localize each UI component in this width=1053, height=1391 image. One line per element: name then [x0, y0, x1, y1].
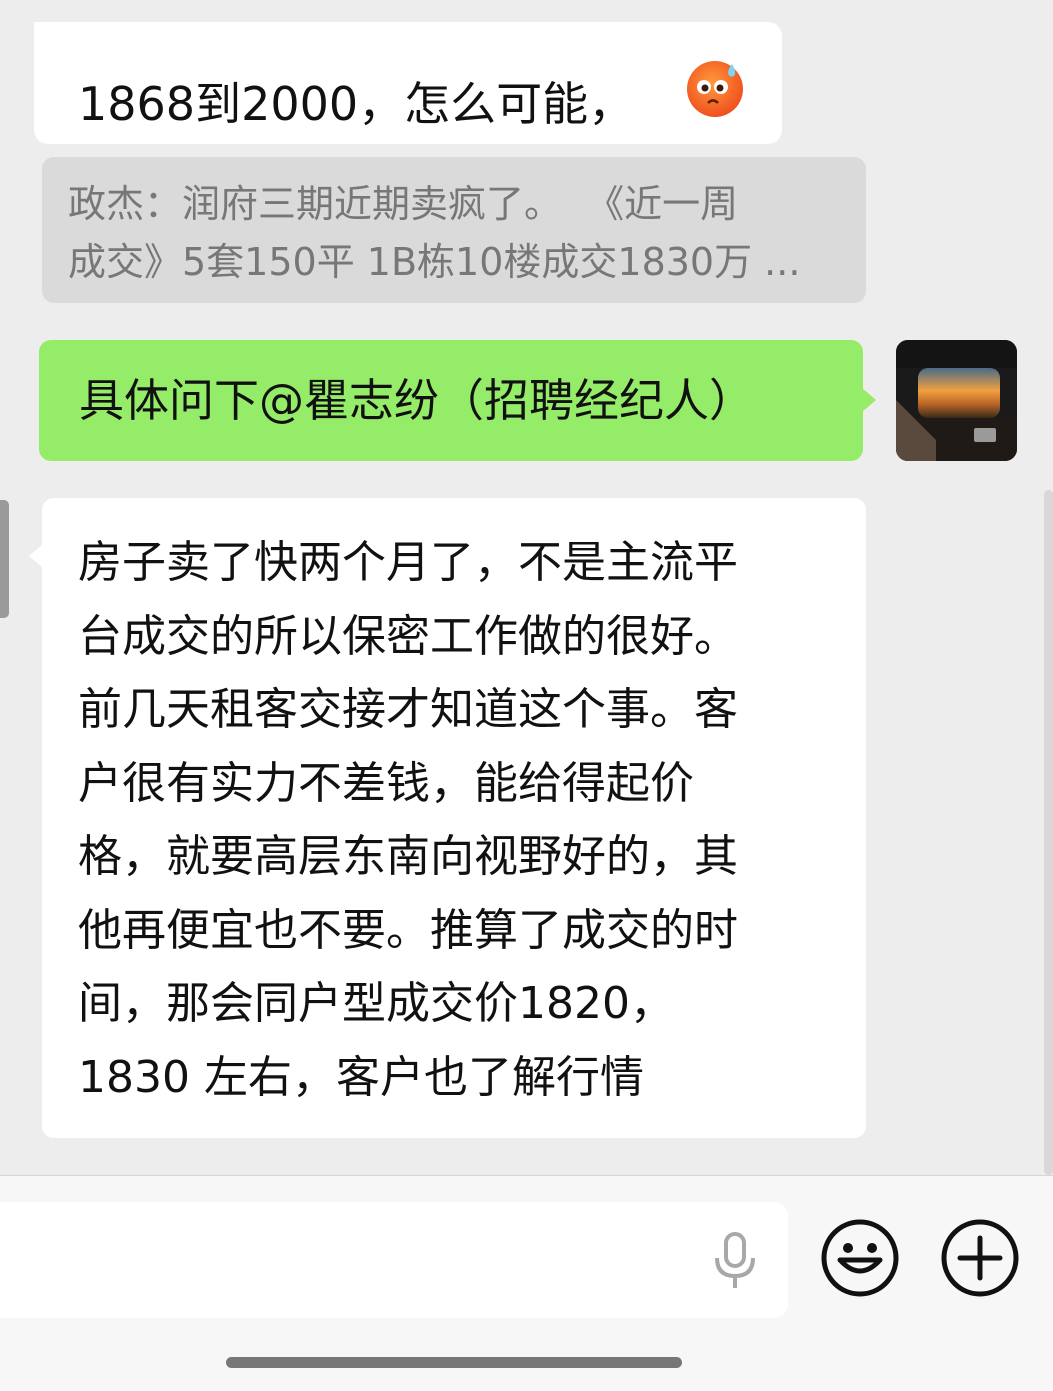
bubble-tail [862, 388, 876, 412]
quote-text: 政杰：润府三期近期卖疯了。 《近一周 成交》5套150平 1B栋10楼成交183… [68, 175, 858, 291]
message-line: 格，就要高层东南向视野好的，其 [78, 831, 738, 882]
message-line: 房子卖了快两个月了，不是主流平 [78, 537, 738, 588]
plus-circle-icon[interactable] [940, 1218, 1020, 1298]
home-indicator[interactable] [226, 1357, 682, 1368]
scrollbar[interactable] [1044, 490, 1053, 1175]
anxious-sweat-face-emoji-icon [687, 61, 743, 117]
incoming-message-bubble[interactable]: 房子卖了快两个月了，不是主流平 台成交的所以保密工作做的很好。 前几天租客交接才… [42, 498, 866, 1138]
incoming-message-bubble[interactable]: 1868到2000，怎么可能， [34, 22, 782, 144]
message-line: 台成交的所以保密工作做的很好。 [78, 610, 738, 662]
quote-line-2: 成交》5套150平 1B栋10楼成交1830万 ... [68, 240, 801, 284]
message-input[interactable] [0, 1202, 788, 1318]
message-text: 具体问下@瞿志纷（招聘经纪人） [79, 374, 755, 427]
message-line: 户很有实力不差钱，能给得起价 [78, 757, 694, 809]
message-line: 1830 左右，客户也了解行情 [78, 1051, 644, 1103]
avatar[interactable] [896, 340, 1017, 461]
quote-line-1: 政杰：润府三期近期卖疯了。 《近一周 [68, 182, 739, 226]
message-text: 1868到2000，怎么可能， [78, 77, 635, 131]
edge-handle[interactable] [0, 500, 9, 618]
emoji-smiley-icon[interactable] [820, 1218, 900, 1298]
quoted-message[interactable]: 政杰：润府三期近期卖疯了。 《近一周 成交》5套150平 1B栋10楼成交183… [42, 157, 866, 303]
message-line: 间，那会同户型成交价1820， [78, 978, 674, 1029]
message-text: 房子卖了快两个月了，不是主流平 台成交的所以保密工作做的很好。 前几天租客交接才… [78, 526, 848, 1114]
avatar-photo-icon [896, 340, 1017, 461]
outgoing-message-bubble[interactable]: 具体问下@瞿志纷（招聘经纪人） [39, 340, 863, 461]
bubble-tail [29, 544, 43, 568]
chat-area[interactable]: 1868到2000，怎么可能， 政杰：润府三期近期卖疯了。 《近一周 成交》5套… [0, 0, 1053, 1175]
microphone-icon[interactable] [712, 1232, 758, 1290]
message-line: 前几天租客交接才知道这个事。客 [78, 684, 738, 735]
message-line: 他再便宜也不要。推算了成交的时 [78, 904, 738, 956]
